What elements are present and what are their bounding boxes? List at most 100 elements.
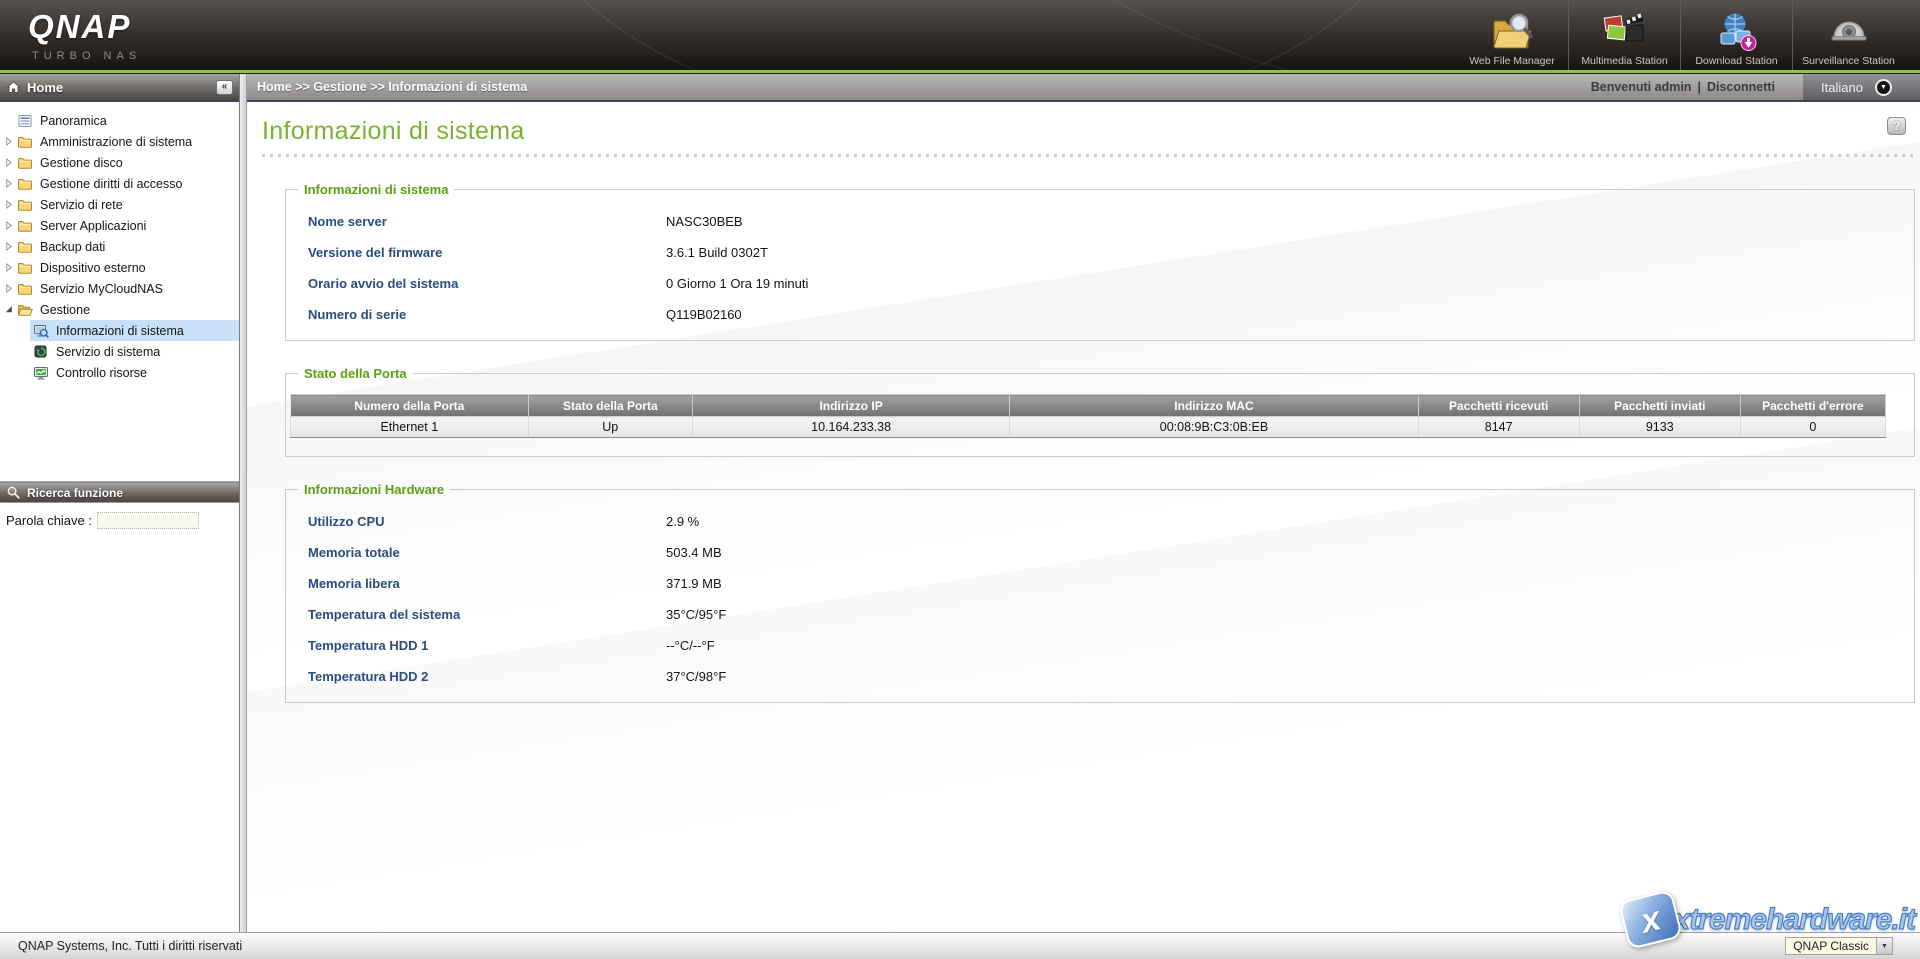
expand-arrow-icon[interactable] [5,221,17,231]
sidebar-item-dispositivo-esterno[interactable]: Dispositivo esterno [0,257,239,278]
column-header-pacchetti-d-errore: Pacchetti d'errore [1740,395,1885,417]
xtremehardware-text: xtremehardware.it [1674,903,1915,937]
sidebar-item-backup-dati[interactable]: Backup dati [0,236,239,257]
table-cell: 9133 [1579,417,1740,438]
info-value: 37°C/98°F [666,669,726,684]
separator: | [1697,80,1701,94]
qnap-logo: QNAP [28,8,141,46]
info-value: 0 Giorno 1 Ora 19 minuti [666,276,808,291]
sidebar-item-servizio-di-sistema[interactable]: Servizio di sistema [30,341,239,362]
sidebar-item-informazioni-di-sistema[interactable]: Informazioni di sistema [30,320,239,341]
expand-arrow-icon[interactable] [5,263,17,273]
system-info-icon [33,323,50,339]
search-panel-header: Ricerca funzione [0,482,239,503]
sidebar-item-server-applicazioni[interactable]: Server Applicazioni [0,215,239,236]
sidebar-item-servizio-mycloudnas[interactable]: Servizio MyCloudNAS [0,278,239,299]
overview-icon [17,113,34,129]
info-row-orario-avvio-del-sistema: Orario avvio del sistema0 Giorno 1 Ora 1… [286,268,1914,299]
sidebar-item-label: Server Applicazioni [40,219,146,233]
info-row-temperatura-hdd-2: Temperatura HDD 237°C/98°F [286,661,1914,692]
folder-icon [17,155,34,171]
expand-arrow-icon[interactable] [5,284,17,294]
copyright-text: QNAP Systems, Inc. Tutti i diritti riser… [18,939,242,953]
app-download-station[interactable]: Download Station [1680,0,1792,70]
info-label: Temperatura del sistema [286,607,666,622]
download-station-icon [1714,11,1760,53]
app-surveillance-station[interactable]: Surveillance Station [1792,0,1904,70]
info-value: 3.6.1 Build 0302T [666,245,768,260]
expand-arrow-icon[interactable] [5,179,17,189]
app-web-file-manager[interactable]: Web File Manager [1456,0,1568,70]
sidebar-collapse-button[interactable]: « [216,80,233,95]
app-label: Multimedia Station [1581,55,1667,67]
sidebar-item-panoramica[interactable]: Panoramica [0,110,239,131]
folder-icon [17,239,34,255]
app-label: Surveillance Station [1802,55,1895,67]
table-row: Ethernet 1Up10.164.233.3800:08:9B:C3:0B:… [291,417,1886,438]
sidebar-item-label: Gestione disco [40,156,123,170]
expand-arrow-icon[interactable] [5,137,17,147]
sidebar-splitter[interactable] [240,74,247,932]
info-label: Utilizzo CPU [286,514,666,529]
column-header-pacchetti-inviati: Pacchetti inviati [1579,395,1740,417]
system-service-icon [33,344,50,360]
sidebar-item-label: Informazioni di sistema [56,324,184,338]
home-icon [6,80,21,95]
resource-monitor-icon [33,365,50,381]
table-cell: 8147 [1418,417,1579,438]
logout-link[interactable]: Disconnetti [1707,80,1775,94]
table-cell: Ethernet 1 [291,417,529,438]
sidebar-item-gestione[interactable]: Gestione [0,299,239,320]
info-label: Versione del firmware [286,245,666,260]
expand-arrow-icon[interactable] [5,158,17,168]
web-file-manager-icon [1489,11,1535,53]
xtremehardware-watermark: x xtremehardware.it [1623,895,1915,944]
sidebar-item-controllo-risorse[interactable]: Controllo risorse [30,362,239,383]
info-label: Temperatura HDD 2 [286,669,666,684]
info-row-versione-del-firmware: Versione del firmware3.6.1 Build 0302T [286,237,1914,268]
breadcrumb: Home >> Gestione >> Informazioni di sist… [257,80,527,94]
sidebar-item-label: Panoramica [40,114,107,128]
main-content: Home >> Gestione >> Informazioni di sist… [247,74,1920,932]
sidebar-item-gestione-disco[interactable]: Gestione disco [0,152,239,173]
collapse-arrow-icon[interactable] [5,305,17,315]
sidebar-item-label: Gestione [40,303,90,317]
app-multimedia-station[interactable]: Multimedia Station [1568,0,1680,70]
info-row-memoria-totale: Memoria totale503.4 MB [286,537,1914,568]
sidebar-item-amministrazione-di-sistema[interactable]: Amministrazione di sistema [0,131,239,152]
surveillance-station-icon [1826,11,1872,53]
language-selector[interactable]: Italiano [1803,74,1920,100]
folder-icon [17,197,34,213]
column-header-pacchetti-ricevuti: Pacchetti ricevuti [1418,395,1579,417]
column-header-indirizzo-mac: Indirizzo MAC [1010,395,1418,417]
language-dropdown-icon[interactable] [1875,79,1892,96]
table-cell: 00:08:9B:C3:0B:EB [1010,417,1418,438]
sidebar-item-servizio-di-rete[interactable]: Servizio di rete [0,194,239,215]
sidebar: Home « Panoramica Amministrazione di sist… [0,74,240,932]
sidebar-item-label: Servizio di sistema [56,345,160,359]
brand-logo: QNAP TURBO NAS [28,8,141,62]
keyword-input[interactable] [97,512,199,529]
help-button[interactable]: ? [1887,117,1906,135]
info-row-temperatura-hdd-1: Temperatura HDD 1--°C/--°F [286,630,1914,661]
sidebar-header: Home « [0,74,239,102]
expand-arrow-icon[interactable] [5,242,17,252]
sidebar-item-gestione-diritti-di-accesso[interactable]: Gestione diritti di accesso [0,173,239,194]
app-label: Download Station [1695,55,1777,67]
info-row-memoria-libera: Memoria libera371.9 MB [286,568,1914,599]
search-panel-title: Ricerca funzione [27,486,123,500]
info-value: 503.4 MB [666,545,722,560]
breadcrumb-bar: Home >> Gestione >> Informazioni di sist… [247,74,1920,102]
session-info: Benvenuti admin | Disconnetti [1591,80,1775,94]
sidebar-item-label: Dispositivo esterno [40,261,146,275]
column-header-indirizzo-ip: Indirizzo IP [692,395,1009,417]
info-label: Numero di serie [286,307,666,322]
language-label: Italiano [1821,80,1863,95]
expand-arrow-icon[interactable] [5,200,17,210]
sidebar-item-label: Controllo risorse [56,366,147,380]
info-value: 371.9 MB [666,576,722,591]
info-label: Temperatura HDD 1 [286,638,666,653]
info-row-temperatura-del-sistema: Temperatura del sistema35°C/95°F [286,599,1914,630]
port-status-table: Numero della PortaStato della PortaIndir… [290,394,1886,438]
info-label: Nome server [286,214,666,229]
